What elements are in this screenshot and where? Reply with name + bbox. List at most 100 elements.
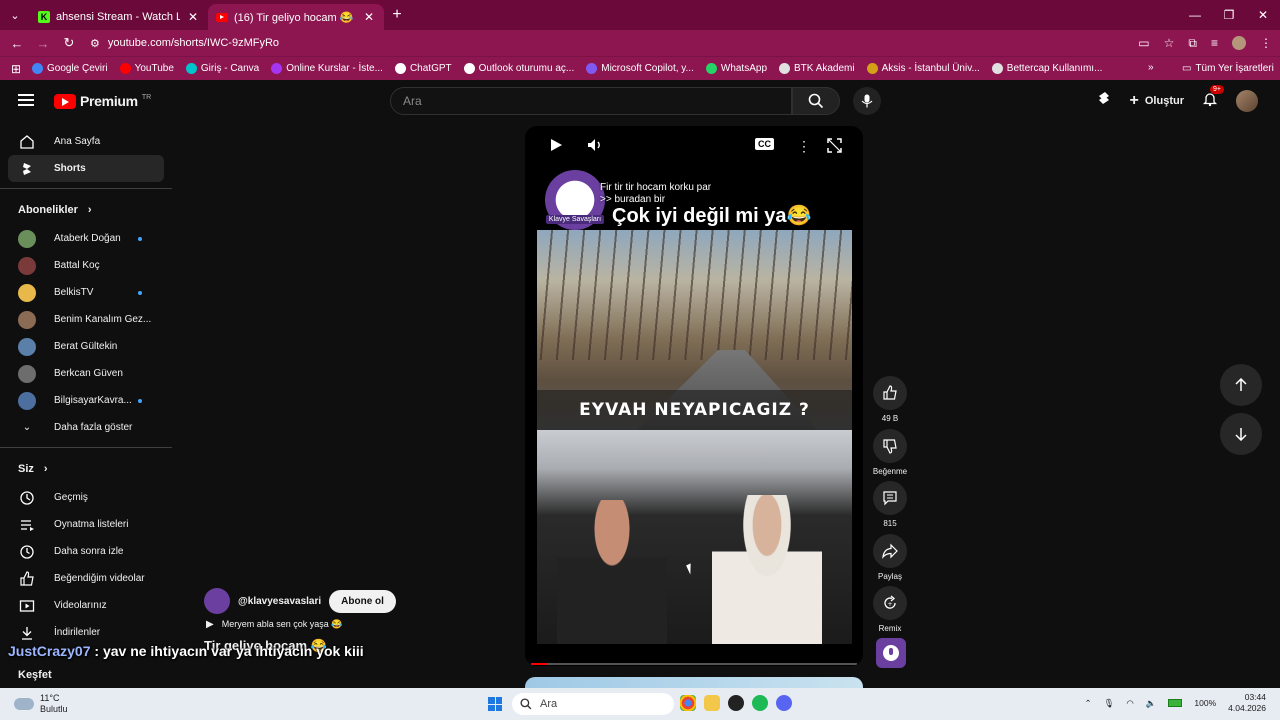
chevron-up-icon[interactable]: ⌃ xyxy=(1084,698,1091,709)
new-tab-button[interactable]: + xyxy=(384,6,410,24)
all-bookmarks[interactable]: ▭ Tüm Yer İşaretleri xyxy=(1182,63,1274,74)
channel-avatar[interactable] xyxy=(204,588,230,614)
close-window-button[interactable]: ✕ xyxy=(1246,0,1280,30)
bookmarks-bar: ⊞ Google Çeviri YouTube Giriş - Canva Onlin… xyxy=(0,56,1280,80)
subscribe-button[interactable]: Abone ol xyxy=(329,589,396,613)
forward-button[interactable]: → xyxy=(30,36,56,51)
bookmark-item[interactable]: Microsoft Copilot, y... xyxy=(586,63,694,74)
voice-search-button[interactable] xyxy=(853,87,881,115)
sidebar-item-video[interactable]: Videolarınız xyxy=(8,592,164,619)
channel-thumbnail[interactable] xyxy=(876,638,906,668)
site-info-icon[interactable]: ⚙ xyxy=(90,37,100,50)
video-caption-big: Çok iyi değil mi ya😂 xyxy=(612,205,812,227)
bookmark-item[interactable]: Online Kurslar - İste... xyxy=(271,63,383,74)
volume-icon[interactable] xyxy=(587,138,603,157)
wifi-icon[interactable]: ◠ xyxy=(1126,698,1133,709)
bookmark-item[interactable]: Google Çeviri xyxy=(32,63,108,74)
play-icon[interactable] xyxy=(549,138,563,157)
bookmark-item[interactable]: WhatsApp xyxy=(705,63,767,74)
sidebar-item-history[interactable]: Geçmiş xyxy=(8,484,164,511)
more-options-icon[interactable]: ⋮ xyxy=(797,138,811,155)
weather-widget[interactable]: 11°C Bulutlu xyxy=(14,693,68,715)
menu-icon[interactable] xyxy=(18,94,34,106)
volume-icon[interactable]: 🔈 xyxy=(1146,698,1157,709)
cast-icon[interactable]: ▭ xyxy=(1138,36,1149,50)
bookmark-item[interactable]: Bettercap Kullanımı... xyxy=(991,63,1102,74)
file-explorer-icon[interactable] xyxy=(704,695,720,711)
taskbar-search[interactable]: Ara xyxy=(512,693,674,715)
bookmark-item[interactable]: BTK Akademi xyxy=(779,63,855,74)
bookmarks-overflow-icon[interactable]: » xyxy=(1148,62,1154,73)
playlist-icon xyxy=(18,516,36,534)
comment-preview[interactable]: ▶ Meryem abla sen çok yaşa 😂 xyxy=(206,619,342,630)
sidebar-subscription[interactable]: Battal Koç xyxy=(8,252,164,279)
show-more-button[interactable]: ⌄ Daha fazla göster xyxy=(8,414,164,441)
close-tab-icon[interactable]: ✕ xyxy=(186,10,200,24)
bookmark-item[interactable]: ChatGPT xyxy=(394,63,452,74)
sidebar-subscription[interactable]: Berat Gültekin xyxy=(8,333,164,360)
bookmark-item[interactable]: Outlook oturumu aç... xyxy=(463,63,574,74)
tab-kick[interactable]: K ahsensi Stream - Watch Live on ✕ xyxy=(30,4,208,30)
share-button[interactable]: Paylaş xyxy=(872,534,908,581)
search-input[interactable]: Ara xyxy=(390,87,792,115)
create-button[interactable]: + Oluştur xyxy=(1130,92,1184,110)
bookmark-item[interactable]: Giriş - Canva xyxy=(185,63,259,74)
sidebar-item-like[interactable]: Beğendiğim videolar xyxy=(8,565,164,592)
clock[interactable]: 03:44 4.04.2026 xyxy=(1228,692,1266,714)
bookmark-item[interactable]: YouTube xyxy=(119,63,174,74)
battery-icon[interactable] xyxy=(1168,699,1183,707)
url-field[interactable]: ⚙ youtube.com/shorts/IWC-9zMFyRo xyxy=(90,37,279,50)
you-header[interactable]: Siz › xyxy=(0,454,172,484)
sidebar-item-download[interactable]: İndirilenler xyxy=(8,619,164,646)
notifications-button[interactable]: 9+ xyxy=(1202,84,1224,112)
next-short-button[interactable] xyxy=(1220,413,1262,455)
reload-button[interactable]: ↻ xyxy=(56,35,82,51)
chevron-right-icon: › xyxy=(43,463,48,475)
sidebar-item-clock[interactable]: Daha sonra izle xyxy=(8,538,164,565)
sidebar-subscription[interactable]: BelkisTV xyxy=(8,279,164,306)
start-button[interactable] xyxy=(488,697,502,711)
sidebar-subscription[interactable]: BilgisayarKavra... xyxy=(8,387,164,414)
fullscreen-icon[interactable] xyxy=(827,138,842,158)
tab-youtube[interactable]: (16) Tir geliyo hocam 😂 - YouT ✕ xyxy=(208,4,384,30)
chrome-icon[interactable] xyxy=(680,695,696,711)
subscriptions-header[interactable]: Abonelikler › xyxy=(0,195,172,225)
comments-button[interactable]: 815 xyxy=(872,481,908,528)
discord-icon[interactable] xyxy=(776,695,792,711)
spotify-icon[interactable] xyxy=(752,695,768,711)
bookmark-item[interactable]: Aksis - İstanbul Üniv... xyxy=(866,63,980,74)
microphone-icon[interactable]: 🎙 xyxy=(1104,698,1115,709)
captions-icon[interactable]: CC xyxy=(755,138,774,150)
sidebar-item-home[interactable]: Ana Sayfa xyxy=(8,128,164,155)
previous-short-button[interactable] xyxy=(1220,364,1262,406)
youtube-logo[interactable]: Premium TR xyxy=(54,93,151,109)
back-button[interactable]: ← xyxy=(4,36,30,51)
stream-chat-overlay: JustCrazy07 : yav ne ihtiyacın var ya ih… xyxy=(8,643,364,659)
sidebar-subscription[interactable]: Benim Kanalım Gez... xyxy=(8,306,164,333)
sidebar-item-playlist[interactable]: Oynatma listeleri xyxy=(8,511,164,538)
bookmark-star-icon[interactable]: ☆ xyxy=(1164,36,1175,50)
channel-handle[interactable]: @klavyesavaslari xyxy=(238,596,321,607)
media-control-icon[interactable]: ≡ xyxy=(1211,36,1218,50)
like-button[interactable]: 49 B xyxy=(872,376,908,423)
more-menu-icon[interactable]: ⋮ xyxy=(1260,36,1272,50)
dislike-button[interactable]: Beğenme xyxy=(872,429,908,476)
minimize-button[interactable]: — xyxy=(1178,0,1212,30)
shorts-create-icon[interactable] xyxy=(1096,91,1112,112)
obs-icon[interactable] xyxy=(728,695,744,711)
sidebar-item-shorts[interactable]: Shorts xyxy=(8,155,164,182)
profile-avatar[interactable] xyxy=(1232,36,1246,50)
sidebar-subscription[interactable]: Ataberk Doğan xyxy=(8,225,164,252)
tab-search-button[interactable]: ⌄ xyxy=(0,0,30,30)
apps-grid-icon[interactable]: ⊞ xyxy=(0,62,32,76)
search-button[interactable] xyxy=(792,87,840,115)
video-progress-bar[interactable] xyxy=(531,663,857,665)
bookmark-favicon-icon xyxy=(119,63,131,74)
extensions-icon[interactable]: ⧉ xyxy=(1188,36,1197,51)
sidebar-subscription[interactable]: Berkcan Güven xyxy=(8,360,164,387)
close-tab-icon[interactable]: ✕ xyxy=(362,10,376,24)
remix-button[interactable]: + Remix xyxy=(872,586,908,633)
restore-button[interactable]: ❐ xyxy=(1212,0,1246,30)
shorts-player[interactable]: EYVAH NEYAPICAGIZ ? Klavye Savaşları Fir… xyxy=(525,126,863,666)
account-avatar[interactable] xyxy=(1236,90,1258,112)
